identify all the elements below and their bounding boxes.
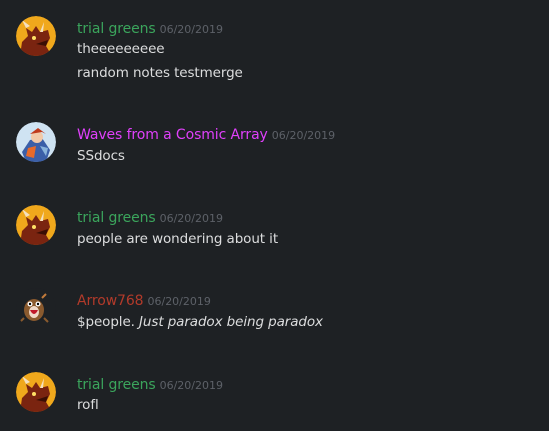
timestamp: 06/20/2019 xyxy=(271,129,336,142)
message-text: rofl xyxy=(77,397,99,413)
message-text: people are wondering about it xyxy=(77,231,279,247)
timestamp: 06/20/2019 xyxy=(159,379,223,392)
message-text: $people. Just paradox being paradox xyxy=(77,314,323,330)
dragon-avatar-icon[interactable] xyxy=(16,16,56,56)
message-text: random notes testmerge xyxy=(77,65,243,81)
message-text-italic: Just paradox being paradox xyxy=(139,314,323,330)
creature-avatar-icon[interactable] xyxy=(16,288,56,328)
author-name[interactable]: trial greens xyxy=(77,377,156,393)
timestamp: 06/20/2019 xyxy=(147,295,211,308)
timestamp: 06/20/2019 xyxy=(159,23,223,36)
dragon-avatar-icon[interactable] xyxy=(16,372,56,412)
author-name[interactable]: trial greens xyxy=(77,21,156,37)
author-name[interactable]: Waves from a Cosmic Array xyxy=(77,127,268,143)
message-text: SSdocs xyxy=(77,148,125,164)
timestamp: 06/20/2019 xyxy=(159,212,223,225)
author-name[interactable]: Arrow768 xyxy=(77,293,144,309)
anime-character-avatar-icon[interactable] xyxy=(16,122,56,162)
dragon-avatar-icon[interactable] xyxy=(16,205,56,245)
message-text: theeeeeeeee xyxy=(77,41,165,57)
message-text-plain: $people. xyxy=(77,314,140,330)
author-name[interactable]: trial greens xyxy=(77,210,156,226)
